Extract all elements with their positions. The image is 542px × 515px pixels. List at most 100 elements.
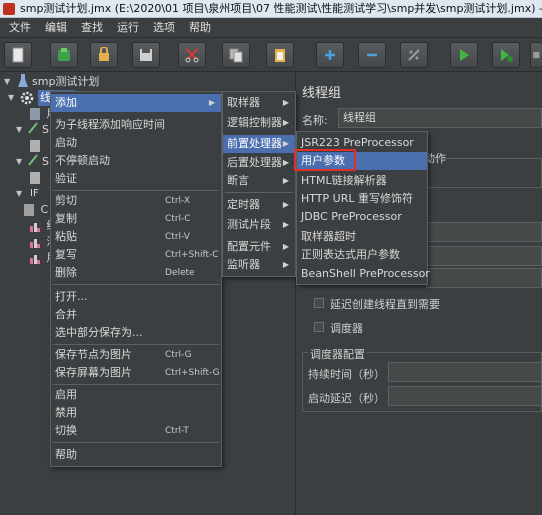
menu-item-cut[interactable]: 剪切 Ctrl-X: [51, 192, 221, 210]
menu-item-logic-controller[interactable]: 逻辑控制器 ▶: [223, 114, 295, 132]
menu-separator: [53, 344, 219, 345]
menu-item-jdbc-preprocessor[interactable]: JDBC PreProcessor: [297, 208, 427, 226]
duration-label: 持续时间（秒）: [308, 368, 385, 381]
menu-item-save-node-image[interactable]: 保存节点为图片 Ctrl-G: [51, 346, 221, 364]
open-button[interactable]: [90, 42, 118, 68]
submenu-arrow-icon: ▶: [282, 118, 289, 127]
menu-item-http-url-rewriting[interactable]: HTTP URL 重写修饰符: [297, 190, 427, 208]
templates-button[interactable]: [50, 42, 78, 68]
save-button[interactable]: [132, 42, 160, 68]
paste-button[interactable]: [266, 42, 294, 68]
templates-icon: [58, 48, 70, 61]
controller-icon: [24, 204, 34, 216]
menu-edit[interactable]: 编辑: [38, 18, 74, 38]
menu-item-toggle[interactable]: 切换 Ctrl-T: [51, 422, 221, 440]
menu-separator: [53, 442, 219, 443]
startup-delay-field[interactable]: [388, 386, 542, 406]
menu-item-regex-user-parameters[interactable]: 正则表达式用户参数: [297, 246, 427, 264]
delay-thread-creation-checkbox[interactable]: [314, 298, 324, 308]
menu-item-add[interactable]: 添加 ▶: [51, 94, 221, 112]
stop-button[interactable]: [530, 42, 542, 68]
menu-file[interactable]: 文件: [2, 18, 38, 38]
sampler-icon: [28, 122, 38, 134]
scheduler-label: 调度器: [330, 322, 363, 335]
jmeter-app-icon: [3, 3, 15, 15]
tree-node-child-5[interactable]: [30, 170, 43, 186]
config-icon: [30, 108, 40, 120]
start-no-timers-button[interactable]: [492, 42, 520, 68]
menu-item-post-processors[interactable]: 后置处理器 ▶: [223, 154, 295, 172]
menu-item-delete[interactable]: 删除 Delete: [51, 264, 221, 282]
menu-item-open[interactable]: 打开...: [51, 288, 221, 306]
toggle-button[interactable]: [400, 42, 428, 68]
menu-item-enable[interactable]: 启用: [51, 386, 221, 404]
copy-button[interactable]: [222, 42, 250, 68]
submenu-arrow-icon: ▶: [282, 98, 289, 107]
add-submenu: 取样器 ▶ 逻辑控制器 ▶ 前置处理器 ▶ 后置处理器 ▶ 断言 ▶ 定时器 ▶ 测试片段 ▶…: [222, 91, 296, 277]
menu-item-disable[interactable]: 禁用: [51, 404, 221, 422]
start-no-timers-icon: [501, 49, 513, 62]
window-title: smp测试计划.jmx (E:\2020\01 项目\泉州项目\07 性能测试\…: [20, 2, 542, 15]
submenu-arrow-icon: ▶: [282, 260, 289, 269]
menu-item-beanshell-preprocessor[interactable]: BeanShell PreProcessor: [297, 265, 430, 283]
tree-node-label: smp测试计划: [32, 75, 100, 88]
menu-item-config-element[interactable]: 配置元件 ▶: [223, 238, 295, 256]
element-icon: [30, 172, 40, 184]
menu-item-assertions[interactable]: 断言 ▶: [223, 172, 295, 190]
new-icon: [12, 47, 24, 63]
menu-item-help[interactable]: 帮助: [51, 446, 221, 464]
menu-item-duplicate[interactable]: 复写 Ctrl+Shift-C: [51, 246, 221, 264]
menu-run[interactable]: 运行: [110, 18, 146, 38]
submenu-arrow-icon: ▶: [282, 176, 289, 185]
menu-help[interactable]: 帮助: [182, 18, 218, 38]
delay-thread-creation-label: 延迟创建线程直到需要: [330, 298, 440, 311]
expand-toggle-icon[interactable]: ▼: [16, 125, 26, 135]
expand-toggle-icon[interactable]: ▼: [8, 93, 18, 103]
tree-node-child-3[interactable]: [30, 138, 43, 154]
menu-item-sampler[interactable]: 取样器 ▶: [223, 94, 295, 112]
start-button[interactable]: [450, 42, 478, 68]
menu-item-listener[interactable]: 监听器 ▶: [223, 256, 295, 274]
menu-item-sample-timeout[interactable]: 取样器超时: [297, 228, 427, 246]
cut-button[interactable]: [178, 42, 206, 68]
scheduler-checkbox[interactable]: [314, 322, 324, 332]
collapse-all-button[interactable]: [358, 42, 386, 68]
menu-item-test-fragment[interactable]: 测试片段 ▶: [223, 216, 295, 234]
sampler-icon: [28, 154, 38, 166]
menu-item-pre-processors[interactable]: 前置处理器 ▶: [223, 135, 295, 153]
menu-item-save-selection-as[interactable]: 选中部分保存为...: [51, 324, 221, 342]
expand-toggle-icon[interactable]: ▼: [16, 189, 26, 199]
stop-icon: [532, 51, 539, 59]
expand-toggle-icon[interactable]: ▼: [16, 157, 26, 167]
toggle-icon: [408, 49, 420, 61]
collapse-icon: [367, 53, 377, 57]
name-field[interactable]: 线程组: [338, 108, 542, 128]
menu-item-copy[interactable]: 复制 Ctrl-C: [51, 210, 221, 228]
menu-item-save-screen-image[interactable]: 保存屏幕为图片 Ctrl+Shift-G: [51, 364, 221, 382]
menu-item-merge[interactable]: 合并: [51, 306, 221, 324]
menu-item-validate[interactable]: 验证: [51, 170, 221, 188]
expand-all-button[interactable]: [316, 42, 344, 68]
menu-item-html-link-parser[interactable]: HTML链接解析器: [297, 172, 427, 190]
window-title-bar: smp测试计划.jmx (E:\2020\01 项目\泉州项目\07 性能测试\…: [0, 0, 542, 18]
menu-item-add-response-time[interactable]: 为子线程添加响应时间: [51, 116, 221, 134]
paste-icon: [275, 49, 285, 62]
menu-separator: [53, 284, 219, 285]
menu-search[interactable]: 查找: [74, 18, 110, 38]
menu-item-timer[interactable]: 定时器 ▶: [223, 196, 295, 214]
new-button[interactable]: [4, 42, 32, 68]
expand-toggle-icon[interactable]: ▼: [4, 77, 14, 87]
menu-options[interactable]: 选项: [146, 18, 182, 38]
scheduler-group-title: 调度器配置: [308, 346, 367, 362]
loop-count-field[interactable]: [426, 268, 542, 288]
submenu-arrow-icon: ▶: [282, 220, 289, 229]
menu-item-paste[interactable]: 粘贴 Ctrl-V: [51, 228, 221, 246]
menu-item-start-no-pauses[interactable]: 不停顿启动: [51, 152, 221, 170]
submenu-arrow-icon: ▶: [208, 98, 215, 107]
tree-node-child-6[interactable]: C: [24, 202, 48, 218]
submenu-arrow-icon: ▶: [282, 200, 289, 209]
submenu-arrow-icon: ▶: [282, 158, 289, 167]
copy-icon: [229, 48, 243, 63]
duration-field[interactable]: [388, 362, 542, 382]
menu-item-start[interactable]: 启动: [51, 134, 221, 152]
